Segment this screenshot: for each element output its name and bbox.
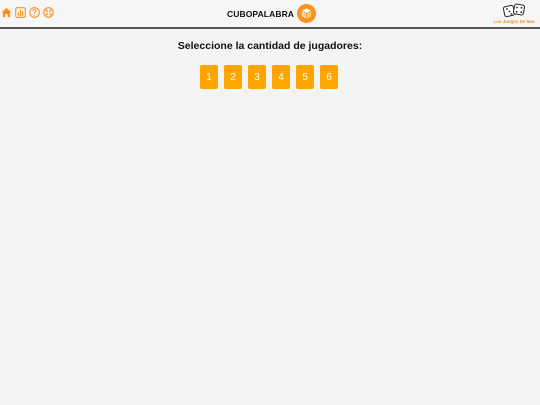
top-bar: CUBOPALABRA Los Juegos De Mat	[0, 0, 540, 29]
player-count-button-6[interactable]: 6	[320, 65, 338, 89]
game-title: CUBOPALABRA	[227, 8, 295, 19]
player-count-button-1[interactable]: 1	[200, 65, 218, 89]
cube-logo-icon	[297, 4, 317, 23]
home-icon[interactable]	[1, 7, 12, 18]
help-icon[interactable]	[29, 7, 40, 18]
fullscreen-icon[interactable]	[43, 7, 54, 18]
dice-icon	[503, 3, 525, 18]
player-count-button-5[interactable]: 5	[296, 65, 314, 89]
brand-name: Los Juegos De Mat	[493, 19, 535, 24]
toolbar-icons	[1, 7, 54, 18]
brand-logo[interactable]: Los Juegos De Mat	[490, 3, 538, 24]
stats-icon[interactable]	[15, 7, 26, 18]
player-count-options: 1 2 3 4 5 6	[200, 65, 338, 89]
game-title-area: CUBOPALABRA	[227, 4, 317, 23]
player-count-button-2[interactable]: 2	[224, 65, 242, 89]
player-count-button-3[interactable]: 3	[248, 65, 266, 89]
player-count-prompt: Seleccione la cantidad de jugadores:	[177, 40, 363, 52]
player-count-button-4[interactable]: 4	[272, 65, 290, 89]
